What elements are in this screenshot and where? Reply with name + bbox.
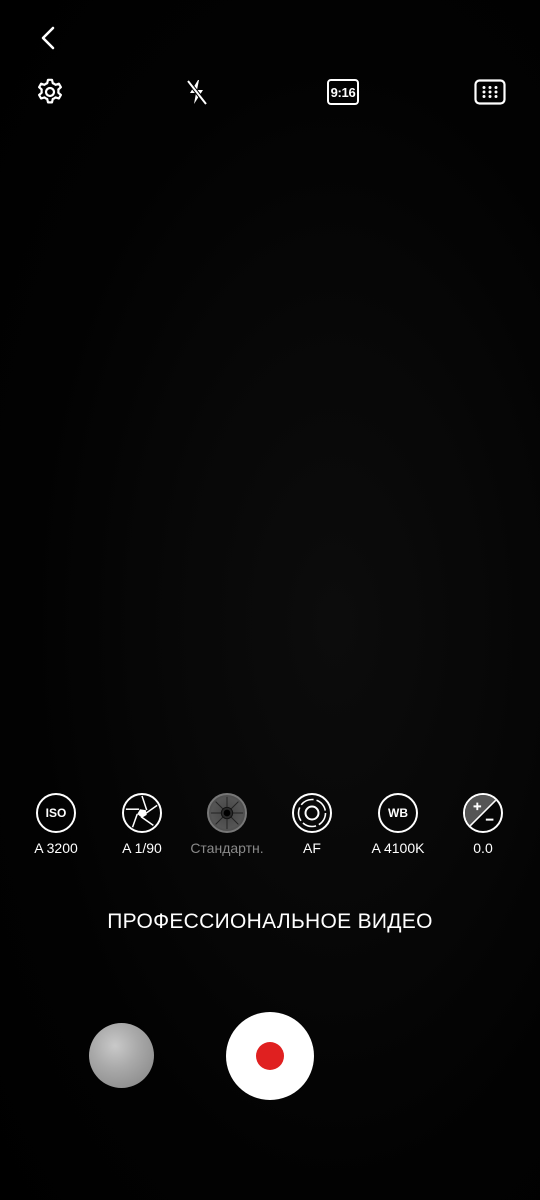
chevron-left-icon xyxy=(41,26,55,50)
aspect-ratio-button[interactable]: 9:16 xyxy=(322,72,364,112)
back-button[interactable] xyxy=(30,20,66,56)
focus-control[interactable]: AF xyxy=(264,793,360,856)
settings-button[interactable] xyxy=(30,72,70,112)
record-button[interactable] xyxy=(226,1012,314,1100)
iso-icon: ISO xyxy=(36,793,76,833)
pro-controls-bar: ISO A 3200 A 1/90 Стандартн. AF WB A 410… xyxy=(0,793,540,863)
white-balance-icon: WB xyxy=(378,793,418,833)
metering-value: Стандартн. xyxy=(190,840,264,856)
record-icon xyxy=(256,1042,284,1070)
metering-icon xyxy=(207,793,247,833)
flash-off-icon xyxy=(186,79,208,106)
shutter-speed-control[interactable]: A 1/90 xyxy=(94,793,190,856)
aspect-ratio-label: 9:16 xyxy=(327,79,359,105)
grid-button[interactable] xyxy=(470,72,510,112)
white-balance-value: A 4100K xyxy=(371,840,425,856)
shutter-aperture-icon xyxy=(122,793,162,833)
metering-control[interactable]: Стандартн. xyxy=(179,793,275,856)
iso-control[interactable]: ISO A 3200 xyxy=(8,793,104,856)
flash-button[interactable] xyxy=(177,72,217,112)
shutter-speed-value: A 1/90 xyxy=(122,840,162,856)
iso-value: A 3200 xyxy=(34,840,78,856)
gear-icon xyxy=(38,78,62,104)
exposure-value: 0.0 xyxy=(473,840,493,856)
focus-value: AF xyxy=(303,840,321,856)
mode-title: ПРОФЕССИОНАЛЬНОЕ ВИДЕО xyxy=(107,910,433,933)
exposure-control[interactable]: 0.0 xyxy=(435,793,531,856)
grid-dots-icon xyxy=(474,79,506,105)
white-balance-control[interactable]: WB A 4100K xyxy=(350,793,446,856)
focus-icon xyxy=(292,793,332,833)
gallery-thumbnail[interactable] xyxy=(89,1023,154,1088)
exposure-compensation-icon xyxy=(463,793,503,833)
